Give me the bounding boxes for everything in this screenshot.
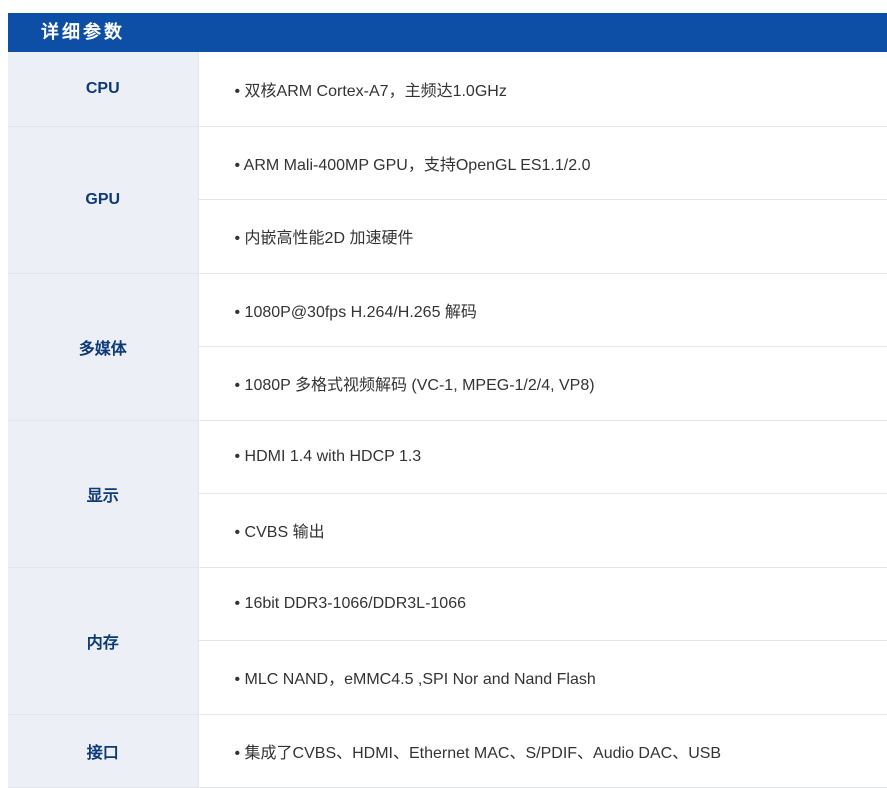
spec-value: • ARM Mali-400MP GPU，支持OpenGL ES1.1/2.0: [198, 126, 887, 200]
spec-value: • 集成了CVBS、HDMI、Ethernet MAC、S/PDIF、Audio…: [198, 714, 887, 788]
spec-value: • MLC NAND，eMMC4.5 ,SPI Nor and Nand Fla…: [198, 640, 887, 715]
spec-value: • 16bit DDR3-1066/DDR3L-1066: [198, 567, 887, 641]
spec-value: • 双核ARM Cortex-A7，主频达1.0GHz: [198, 52, 887, 127]
spec-row-multimedia: 多媒体 • 1080P@30fps H.264/H.265 解码: [8, 273, 887, 421]
spec-label-memory: 内存: [8, 567, 199, 715]
spec-value: • CVBS 输出: [198, 493, 887, 568]
spec-label-gpu: GPU: [8, 126, 199, 274]
spec-label-multimedia: 多媒体: [8, 273, 199, 421]
section-header: 详细参数: [8, 13, 887, 52]
spec-value: • 1080P@30fps H.264/H.265 解码: [198, 273, 887, 347]
spec-value: • HDMI 1.4 with HDCP 1.3: [198, 420, 887, 494]
spec-row-display: 显示 • HDMI 1.4 with HDCP 1.3: [8, 420, 887, 568]
spec-table: CPU • 双核ARM Cortex-A7，主频达1.0GHz GPU • AR…: [8, 52, 887, 788]
spec-row-cpu: CPU • 双核ARM Cortex-A7，主频达1.0GHz: [8, 52, 887, 127]
section-title: 详细参数: [41, 22, 125, 43]
spec-row-interfaces: 接口 • 集成了CVBS、HDMI、Ethernet MAC、S/PDIF、Au…: [8, 714, 887, 788]
spec-label-interfaces: 接口: [8, 714, 199, 788]
spec-panel: 详细参数 CPU • 双核ARM Cortex-A7，主频达1.0GHz GPU…: [8, 13, 887, 788]
spec-row-gpu: GPU • ARM Mali-400MP GPU，支持OpenGL ES1.1/…: [8, 126, 887, 274]
spec-value: • 1080P 多格式视频解码 (VC-1, MPEG-1/2/4, VP8): [198, 346, 887, 421]
spec-row-memory: 内存 • 16bit DDR3-1066/DDR3L-1066: [8, 567, 887, 715]
spec-value: • 内嵌高性能2D 加速硬件: [198, 199, 887, 274]
spec-label-display: 显示: [8, 420, 199, 568]
spec-label-cpu: CPU: [8, 52, 199, 127]
